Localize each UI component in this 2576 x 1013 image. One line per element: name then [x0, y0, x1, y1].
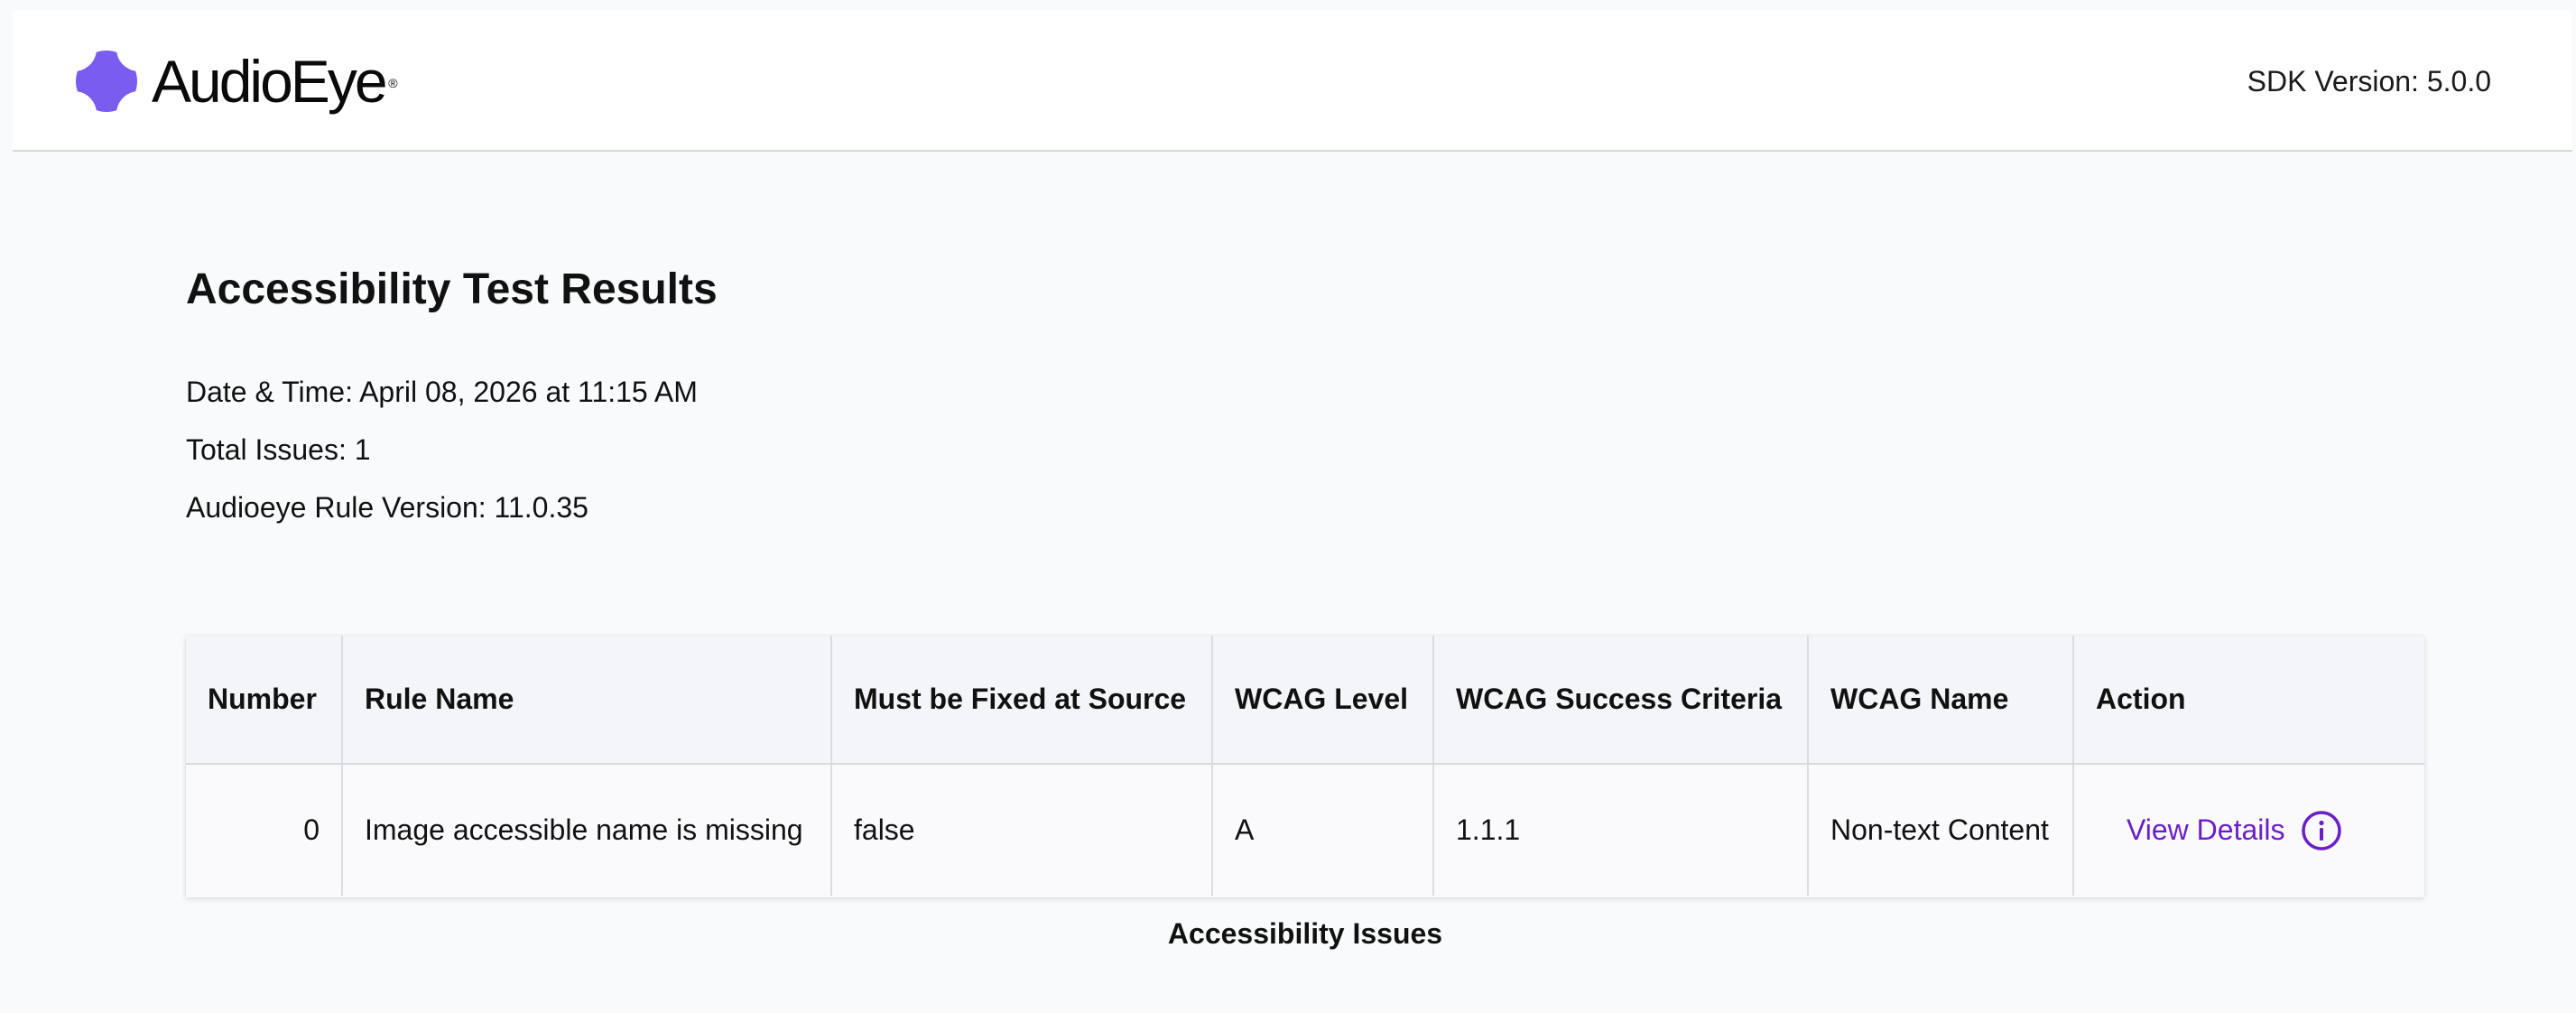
- column-header-rule-name: Rule Name: [342, 636, 832, 765]
- app-header: AudioEye ® SDK Version: 5.0.0: [13, 11, 2572, 152]
- page-title: Accessibility Test Results: [186, 265, 718, 313]
- table-caption: Accessibility Issues: [1167, 917, 1443, 950]
- cell-rule-name: Image accessible name is missing: [342, 764, 832, 896]
- column-header-wcag-level: WCAG Level: [1212, 636, 1434, 765]
- sdk-version: SDK Version: 5.0.0: [2247, 65, 2491, 98]
- view-details-button[interactable]: View Details: [2127, 810, 2342, 851]
- table-header-row: Number Rule Name Must be Fixed at Source…: [186, 636, 2424, 765]
- total-issues: Total Issues: 1: [186, 433, 371, 466]
- registered-mark: ®: [388, 76, 398, 90]
- audioeye-logo-icon: [74, 49, 139, 114]
- logo-wordmark: AudioEye ®: [152, 48, 398, 115]
- cell-success-criteria: 1.1.1: [1433, 764, 1809, 896]
- cell-wcag-level: A: [1212, 764, 1434, 896]
- view-details-label: View Details: [2127, 813, 2285, 846]
- info-circle-icon[interactable]: [2301, 810, 2342, 851]
- cell-wcag-name: Non-text Content: [1808, 764, 2074, 896]
- table-row: 0 Image accessible name is missing false…: [186, 764, 2424, 896]
- date-time: Date & Time: April 08, 2026 at 11:15 AM: [186, 376, 698, 408]
- column-header-must-fix: Must be Fixed at Source: [831, 636, 1213, 765]
- column-header-action: Action: [2073, 636, 2424, 765]
- rule-version: Audioeye Rule Version: 11.0.35: [186, 491, 588, 524]
- column-header-number: Number: [186, 636, 343, 765]
- issues-table: Number Rule Name Must be Fixed at Source…: [186, 636, 2424, 896]
- audioeye-logo: AudioEye ®: [74, 48, 398, 115]
- column-header-wcag-name: WCAG Name: [1808, 636, 2074, 765]
- cell-must-fix: false: [831, 764, 1213, 896]
- cell-number: 0: [186, 764, 343, 896]
- logo-text: AudioEye: [152, 48, 388, 115]
- column-header-success-criteria: WCAG Success Criteria: [1433, 636, 1809, 765]
- cell-action: View Details: [2073, 764, 2424, 896]
- report-summary: Accessibility Test Results Date & Time: …: [186, 262, 718, 524]
- issues-table-container: Number Rule Name Must be Fixed at Source…: [186, 636, 2424, 897]
